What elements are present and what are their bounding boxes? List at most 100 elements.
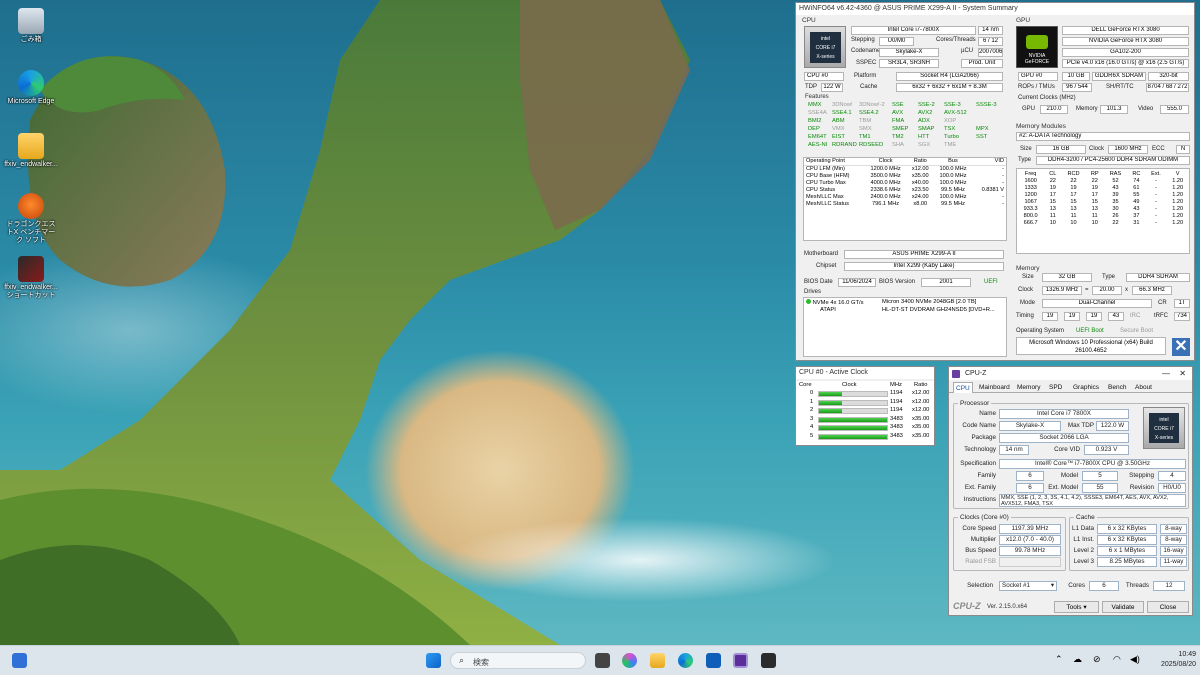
op-cell: 100.0 MHz [939,194,967,200]
core-clock-bar [818,416,888,423]
tab-about[interactable]: About [1133,382,1154,393]
tab-graphics[interactable]: Graphics [1071,382,1101,393]
feature-flag: VMX [832,126,845,132]
socket-select-dropdown[interactable]: Socket #1 ▾ [999,581,1057,591]
op-cell: 99.5 MHz [941,201,965,207]
drive-row[interactable]: NVMe 4x 16.0 GT/s [806,299,864,307]
col-clock: Clock [842,382,857,388]
cpu-select-dropdown[interactable]: CPU #0 [804,72,844,81]
feature-flag: HTT [918,134,930,140]
cpuz-window[interactable]: CPU-Z — ✕ CPU Mainboard Memory SPD Graph… [948,366,1193,616]
outlook-icon[interactable] [706,653,721,668]
codename-label: Code Name [962,422,996,429]
search-icon: ⌕ [459,655,465,665]
file-explorer-icon[interactable] [650,653,665,668]
spd-cell: 17 [1091,192,1098,198]
l1d-ways: 8-way [1160,524,1187,534]
tab-cpu[interactable]: CPU [953,382,973,393]
task-view-icon[interactable] [595,653,610,668]
cpuz-taskbar-icon[interactable] [733,653,748,668]
l2-label: Level 2 [1073,547,1094,554]
window-title: CPU-Z [965,370,987,377]
revision-value: H0/U0 [1158,483,1186,493]
feature-flag: ADX [918,118,930,124]
spd-cell: 1.20 [1172,220,1184,226]
desktop-icon-recycle-bin[interactable]: ごみ箱 [4,8,58,44]
spd-cell: 10 [1070,220,1077,226]
desktop-icon-ffxiv-folder[interactable]: ffxiv_endwalker... [4,133,58,169]
close-icon[interactable]: ✕ [1179,367,1186,380]
desktop-icon-dqx-benchmark[interactable]: ドラゴンクエストX ベンチマーク ソフト [4,193,58,245]
specification-label: Specification [960,460,996,467]
instructions-label: Instructions [963,496,996,503]
volume-icon[interactable]: ◀) [1130,654,1140,665]
spd-timings-table: Freq CL RCD RP RAS RC Ext. V 1600 22 22 22 52 74 - 1.2… [1016,168,1190,254]
minimize-icon[interactable]: — [1162,367,1170,380]
spd-cell: 17 [1049,192,1056,198]
close-x-icon[interactable]: ✕ [1172,338,1190,356]
technology-value: 14 nm [999,445,1029,455]
tab-bench[interactable]: Bench [1106,382,1128,393]
memory-mode-value: Dual-Channel [1042,299,1152,308]
active-clock-window[interactable]: CPU #0 - Active Clock Core Clock MHz Rat… [795,366,935,446]
op-row: CPU Base (HFM) 3500.0 MHz x35.00 100.0 MHz - [804,173,1006,180]
intel-core-i7-logo: intel CORE i7 X-series [1143,407,1185,449]
stepping-label: Stepping [851,37,875,43]
timing-ras: 43 [1108,312,1124,321]
multiplier-value: x12.0 (7.0 - 40.0) [999,535,1061,545]
close-button[interactable]: Close [1147,601,1189,613]
spd-cell: 17 [1070,192,1077,198]
taskbar-search[interactable]: ⌕ 検索 [450,652,586,669]
core-ratio: x12.00 [912,407,930,413]
module-select-dropdown[interactable]: #2: A-DATA Technology [1016,132,1190,141]
clock[interactable]: 10:49 2025/08/20 [1150,650,1196,670]
desktop-icon-label: ffxiv_endwalker... [4,161,58,168]
tab-memory[interactable]: Memory [1015,382,1042,393]
bios-date-label: BIOS Date [804,279,833,285]
desktop-icon-ffxiv-shortcut[interactable]: ffxiv_endwalker... ショートカット [4,256,58,300]
start-windows-icon[interactable] [426,653,441,668]
validate-button[interactable]: Validate [1102,601,1144,613]
network-icon[interactable]: ◠ [1113,654,1121,665]
tools-button[interactable]: Tools ▾ [1054,601,1099,613]
feature-flag: SMAP [918,126,935,132]
edge-icon[interactable] [678,653,693,668]
memory-clock-label: Clock [1018,287,1034,293]
chevron-up-icon[interactable]: ⌃ [1055,654,1063,665]
col-ratio: Ratio [914,382,928,388]
op-cell: x35.00 [911,173,929,179]
tab-spd[interactable]: SPD [1047,382,1064,393]
gpu-select-dropdown[interactable]: GPU #0 [1018,72,1058,81]
video-clock-label: Video [1138,106,1154,112]
op-header: Clock [878,158,893,164]
cr-label: CR [1158,300,1167,306]
memory-clock-value: 1326.9 MHz [1042,286,1082,295]
feature-flag: ABM [832,118,845,124]
op-cell: 100.0 MHz [939,166,967,172]
feature-flag: MPX [976,126,989,132]
platform-value: Socket R4 (LGA2066) [896,72,1003,81]
do-not-disturb-icon[interactable]: ⊘ [1093,654,1101,665]
spd-row: 933.3 13 13 13 30 43 - 1.20 [1017,206,1189,213]
copilot-icon[interactable] [622,653,637,668]
onedrive-icon[interactable]: ☁ [1073,654,1082,665]
cores-value: 6 [1089,581,1119,591]
widgets-icon[interactable] [12,653,27,668]
ext-family-value: 6 [1016,483,1044,493]
desktop-icon-edge[interactable]: Microsoft Edge [4,70,58,106]
l2-ways: 16-way [1160,546,1187,556]
processor-group: Processor Name Intel Core i7 7800X Code … [953,400,1189,509]
op-cell: 0.8381 V [981,187,1004,193]
hwinfo-taskbar-icon[interactable] [761,653,776,668]
spd-cell: 49 [1133,199,1140,205]
shaders-value: 8704 / 68 / 272 [1146,83,1189,92]
rops-label: ROPs / TMUs [1018,84,1055,90]
instructions-value: MMX, SSE (1, 2, 3, 3S, 4.1, 4.2), SSSE3,… [999,494,1186,507]
tab-mainboard[interactable]: Mainboard [977,382,1012,393]
core-number: 5 [810,432,814,439]
feature-flag: RDSEED [859,142,884,148]
hwinfo-summary-window[interactable]: HWiNFO64 v6.42-4360 @ ASUS PRIME X299-A … [795,2,1195,361]
memory-type-label: Type [1102,274,1116,280]
drive-model: Micron 3400 NVMe 2048GB [2.0 TB] [882,299,977,305]
codename-value: Skylake-X [879,48,939,57]
